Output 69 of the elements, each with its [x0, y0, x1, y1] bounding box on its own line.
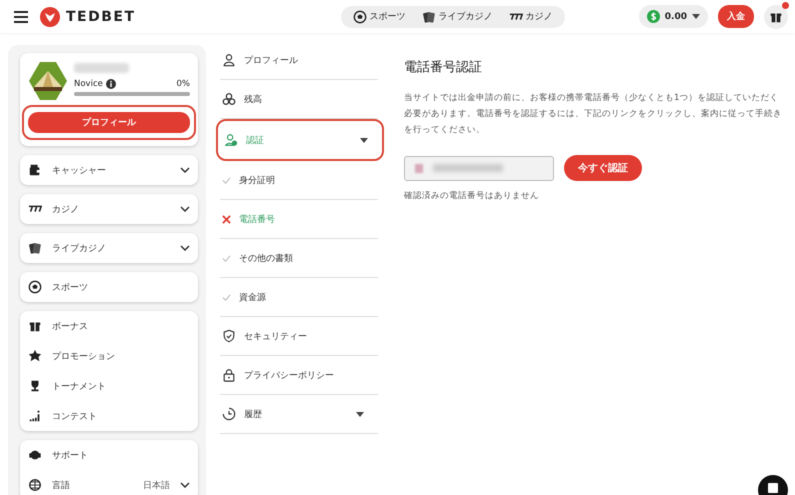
account-menu-item[interactable]: 履歴 — [220, 395, 378, 434]
wallet-icon — [28, 163, 42, 177]
cards-icon — [422, 10, 436, 24]
nav-link[interactable]: ライブカジノ — [422, 10, 493, 24]
username-blurred — [74, 63, 129, 73]
account-menu-item[interactable]: 残高 — [220, 80, 378, 119]
sidebar-item[interactable]: プロモーション — [20, 341, 198, 371]
nav-link[interactable]: カジノ — [508, 10, 553, 24]
check-icon — [222, 176, 231, 184]
sidebar-item[interactable]: コンテスト — [20, 401, 198, 431]
verification-step-item[interactable]: 資金源 — [220, 278, 378, 317]
chat-icon[interactable] — [758, 475, 788, 495]
user-check-icon — [224, 133, 238, 147]
cross-icon — [222, 214, 231, 224]
status-note: 確認済みの電話番号はありません — [404, 190, 540, 202]
sidebar-item[interactable]: カジノ — [20, 194, 198, 224]
nav-link[interactable]: スポーツ — [352, 10, 406, 24]
clock-icon — [222, 407, 236, 421]
sidebar-item[interactable]: ライブカジノ — [20, 233, 198, 263]
ball-icon — [28, 280, 42, 294]
tent-avatar-icon — [28, 61, 68, 101]
progress-percent: 0% — [176, 79, 190, 89]
chevron-down-icon — [180, 206, 190, 212]
signal-bars-icon — [28, 409, 42, 423]
verify-now-button[interactable]: 今すぐ認証 — [564, 155, 642, 181]
dollar-icon — [646, 10, 660, 23]
menu-icon[interactable] — [14, 10, 28, 22]
shield-icon — [222, 329, 236, 343]
account-menu-item[interactable]: プライバシーポリシー — [220, 356, 378, 395]
balance-button[interactable]: 0.00 — [638, 5, 708, 28]
sidebar-item[interactable]: キャッシャー — [20, 155, 198, 185]
phone-number-blurred — [433, 164, 503, 172]
ball-icon — [352, 10, 367, 24]
verification-step-item[interactable]: 電話番号 — [220, 200, 378, 239]
sidebar-item[interactable]: サポート — [20, 440, 198, 470]
chevron-down-icon — [180, 167, 190, 173]
logo-text[interactable]: TEDBET — [66, 8, 136, 24]
sidebar-item[interactable]: スポーツ — [20, 272, 198, 302]
account-menu-item[interactable]: 認証 — [216, 119, 384, 161]
globe-icon — [28, 478, 42, 492]
page-title: 電話番号認証 — [404, 59, 483, 76]
check-icon — [222, 292, 231, 302]
lock-icon — [222, 368, 236, 382]
sidebar-item[interactable]: 言語 日本語 — [20, 470, 198, 495]
check-icon — [222, 254, 231, 262]
description-text: 当サイトでは出金申請の前に、お客様の携帯電話番号（少なくとも1つ）を認証していただく必要があります。電話番号を認証するには、下記のリンクをクリックし、案内に従って手続きを行ってください。 — [404, 92, 783, 137]
caret-down-icon — [356, 412, 364, 416]
account-menu-item[interactable]: プロフィール — [220, 41, 378, 80]
coins-icon — [222, 92, 236, 106]
sidebar-item[interactable]: ボーナス — [20, 311, 198, 341]
gift-button[interactable] — [764, 4, 788, 28]
caret-down-icon — [360, 138, 368, 142]
sidebar-item[interactable]: トーナメント — [20, 371, 198, 401]
chevron-down-icon — [180, 245, 190, 251]
chevron-down-icon — [180, 482, 190, 488]
cards-icon — [28, 241, 42, 255]
verification-step-item[interactable]: 身分証明 — [220, 161, 378, 200]
profile-button[interactable]: プロフィール — [28, 112, 190, 133]
bull-logo-icon[interactable] — [40, 6, 60, 26]
user-icon — [222, 53, 236, 67]
info-icon[interactable] — [106, 79, 116, 89]
account-menu-item[interactable]: セキュリティー — [220, 317, 378, 356]
deposit-button[interactable]: 入金 — [718, 5, 754, 28]
level-name: Novice — [74, 79, 103, 89]
verification-step-item[interactable]: その他の書類 — [220, 239, 378, 278]
caret-down-icon — [692, 14, 700, 19]
phone-field[interactable] — [404, 156, 554, 180]
flag-blurred — [415, 164, 423, 172]
badge-star-icon — [28, 349, 42, 363]
